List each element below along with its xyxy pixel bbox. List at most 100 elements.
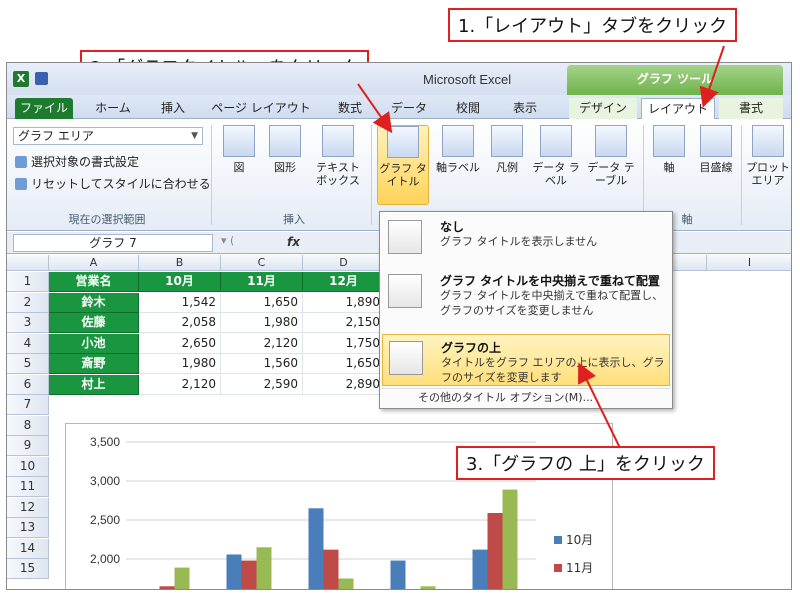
- row-header-13[interactable]: 13: [7, 518, 49, 538]
- table-cell[interactable]: 1,750: [303, 333, 385, 354]
- data-labels-button[interactable]: データ ラベル: [531, 125, 581, 205]
- table-name-cell[interactable]: 佐藤: [49, 313, 139, 333]
- tab-file[interactable]: ファイル: [15, 98, 73, 119]
- table-name-cell[interactable]: 村上: [49, 374, 139, 395]
- table-cell[interactable]: 1,542: [139, 292, 221, 313]
- data-table-button[interactable]: データ テーブル: [583, 125, 639, 205]
- chart-title-button[interactable]: グラフ タイトル: [377, 125, 429, 205]
- row-header-9[interactable]: 9: [7, 436, 49, 456]
- table-header-cell[interactable]: 10月: [139, 272, 221, 292]
- tab-data[interactable]: データ: [379, 98, 439, 119]
- menu-item-above-title: グラフの上: [441, 341, 502, 355]
- plot-area-icon: [752, 125, 784, 157]
- bar-12月-小池[interactable]: [338, 578, 354, 591]
- table-cell[interactable]: 1,890: [303, 292, 385, 313]
- row-header-12[interactable]: 12: [7, 497, 49, 518]
- row-header-10[interactable]: 10: [7, 456, 49, 477]
- row-header-7[interactable]: 7: [7, 395, 49, 415]
- row-header-14[interactable]: 14: [7, 538, 49, 559]
- menu-item-above-chart[interactable]: グラフの上 タイトルをグラフ エリアの上に表示し、グラフのサイズを変更します: [382, 334, 670, 386]
- column-header-c[interactable]: C: [221, 255, 303, 271]
- menu-item-overlay[interactable]: グラフ タイトルを中央揃えで重ねて配置 グラフ タイトルを中央揃えで重ねて配置し…: [382, 268, 670, 328]
- table-name-cell[interactable]: 鈴木: [49, 292, 139, 313]
- tab-view[interactable]: 表示: [497, 98, 553, 119]
- menu-item-none[interactable]: なし グラフ タイトルを表示しません: [382, 214, 670, 260]
- table-cell[interactable]: 2,890: [303, 374, 385, 395]
- tab-review[interactable]: 校閲: [443, 98, 493, 119]
- axis-titles-button[interactable]: 軸ラベル: [433, 125, 483, 205]
- legend-button[interactable]: 凡例: [485, 125, 529, 205]
- bar-11月-村上[interactable]: [487, 512, 503, 590]
- shapes-button[interactable]: 図形: [263, 125, 307, 205]
- gridlines-button[interactable]: 目盛線: [693, 125, 739, 205]
- row-header-2[interactable]: 2: [7, 292, 49, 313]
- table-name-cell[interactable]: 斎野: [49, 354, 139, 374]
- table-cell[interactable]: 2,650: [139, 333, 221, 354]
- y-tick-label: 2,000: [90, 552, 120, 566]
- tab-home[interactable]: ホーム: [83, 98, 143, 119]
- bar-12月-佐藤[interactable]: [256, 547, 272, 590]
- column-header-d[interactable]: D: [303, 255, 385, 271]
- table-cell[interactable]: 2,058: [139, 313, 221, 333]
- chart-tools-context: グラフ ツール: [567, 65, 783, 95]
- axes-button[interactable]: 軸: [647, 125, 691, 205]
- bar-12月-鈴木[interactable]: [174, 567, 190, 590]
- column-header-b[interactable]: B: [139, 255, 221, 271]
- bar-11月-小池[interactable]: [323, 549, 339, 590]
- plot-area-button[interactable]: プロット エリア: [745, 125, 791, 205]
- table-cell[interactable]: 1,980: [221, 313, 303, 333]
- row-header-8[interactable]: 8: [7, 415, 49, 436]
- table-cell[interactable]: 2,120: [221, 333, 303, 354]
- bar-10月-斎野[interactable]: [390, 560, 406, 590]
- table-cell[interactable]: 2,150: [303, 313, 385, 333]
- save-icon[interactable]: [35, 72, 48, 85]
- row-header-11[interactable]: 11: [7, 477, 49, 497]
- row-header-1[interactable]: 1: [7, 272, 49, 292]
- tab-insert[interactable]: 挿入: [147, 98, 199, 119]
- bar-10月-小池[interactable]: [308, 508, 324, 590]
- bar-10月-村上[interactable]: [472, 549, 488, 590]
- menu-item-none-title: なし: [440, 220, 465, 234]
- legend-swatch: [554, 564, 562, 572]
- table-cell[interactable]: 1,560: [221, 354, 303, 374]
- table-cell[interactable]: 2,590: [221, 374, 303, 395]
- group-label-insert: 挿入: [283, 213, 305, 226]
- table-cell[interactable]: 1,980: [139, 354, 221, 374]
- row-header-3[interactable]: 3: [7, 313, 49, 333]
- tab-formulas[interactable]: 数式: [325, 98, 375, 119]
- fx-icon[interactable]: fx: [287, 235, 300, 249]
- row-header-4[interactable]: 4: [7, 333, 49, 354]
- table-name-cell[interactable]: 小池: [49, 333, 139, 354]
- bar-11月-鈴木[interactable]: [159, 586, 175, 590]
- bar-12月-村上[interactable]: [502, 489, 518, 590]
- column-header-i[interactable]: I: [707, 255, 791, 271]
- name-box[interactable]: グラフ 7: [13, 234, 213, 252]
- chart-element-combo[interactable]: グラフ エリア ▼: [13, 127, 203, 145]
- bar-12月-斎野[interactable]: [420, 586, 436, 590]
- tab-layout[interactable]: レイアウト: [641, 98, 715, 119]
- table-header-cell[interactable]: 11月: [221, 272, 303, 292]
- table-cell[interactable]: 1,650: [221, 292, 303, 313]
- table-header-cell[interactable]: 営業名: [49, 272, 139, 292]
- table-cell[interactable]: 1,650: [303, 354, 385, 374]
- column-header-a[interactable]: A: [49, 255, 139, 271]
- row-header-6[interactable]: 6: [7, 374, 49, 395]
- textbox-button[interactable]: テキスト ボックス: [311, 125, 365, 205]
- table-header-cell[interactable]: 12月: [303, 272, 385, 292]
- bar-10月-佐藤[interactable]: [226, 554, 242, 590]
- tab-format[interactable]: 書式: [719, 98, 783, 119]
- textbox-icon: [322, 125, 354, 157]
- reset-style-button[interactable]: リセットしてスタイルに合わせる: [15, 175, 211, 192]
- tab-design[interactable]: デザイン: [569, 98, 637, 119]
- picture-button[interactable]: 図: [217, 125, 261, 205]
- table-cell[interactable]: 2,120: [139, 374, 221, 395]
- more-title-options[interactable]: その他のタイトル オプション(M)...: [382, 388, 670, 406]
- row-header-15[interactable]: 15: [7, 559, 49, 579]
- tab-page-layout[interactable]: ページ レイアウト: [203, 98, 319, 119]
- menu-item-above-desc: タイトルをグラフ エリアの上に表示し、グラフのサイズを変更します: [441, 356, 665, 384]
- group-separator: [371, 125, 372, 225]
- format-selection-button[interactable]: 選択対象の書式設定: [15, 153, 139, 170]
- select-all-corner[interactable]: [7, 255, 49, 271]
- bar-11月-佐藤[interactable]: [241, 560, 257, 590]
- row-header-5[interactable]: 5: [7, 354, 49, 374]
